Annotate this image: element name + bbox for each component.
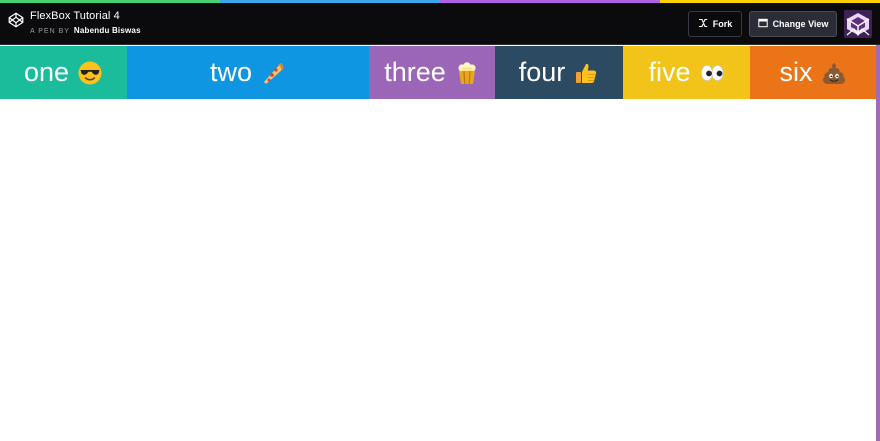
fork-button[interactable]: Fork bbox=[688, 11, 742, 37]
flex-item-label: six bbox=[779, 57, 813, 87]
flex-item-label: three bbox=[384, 57, 446, 87]
pen-title-block: FlexBox Tutorial 4 A PEN BY Nabendu Bisw… bbox=[30, 9, 141, 36]
flex-item-five: five bbox=[623, 46, 750, 99]
pen-title[interactable]: FlexBox Tutorial 4 bbox=[30, 9, 141, 23]
flex-item-one: one bbox=[0, 46, 127, 99]
flex-item-three: three bbox=[369, 46, 495, 99]
pizza-icon bbox=[260, 60, 286, 86]
flex-item-label: two bbox=[209, 57, 253, 87]
poop-icon bbox=[821, 60, 847, 86]
user-avatar[interactable] bbox=[844, 10, 872, 38]
codepen-logo-icon[interactable] bbox=[8, 12, 24, 28]
fork-icon bbox=[698, 18, 708, 30]
thumbs-up-icon bbox=[573, 60, 599, 86]
flex-item-four: four bbox=[495, 46, 623, 99]
flex-item-two: two bbox=[127, 46, 369, 99]
codepen-header: FlexBox Tutorial 4 A PEN BY Nabendu Bisw… bbox=[0, 3, 880, 45]
change-view-button[interactable]: Change View bbox=[749, 11, 837, 37]
eyes-icon bbox=[699, 60, 725, 86]
pen-byline: A PEN BY Nabendu Biswas bbox=[30, 26, 141, 36]
pen-author-link[interactable]: Nabendu Biswas bbox=[74, 26, 141, 35]
pen-by-prefix: A PEN BY bbox=[30, 28, 70, 35]
fork-label: Fork bbox=[712, 19, 733, 29]
preview-right-border bbox=[876, 45, 880, 441]
flex-item-label: four bbox=[518, 57, 566, 87]
sunglasses-face-icon bbox=[77, 60, 103, 86]
popcorn-icon bbox=[454, 60, 480, 86]
layout-icon bbox=[757, 18, 768, 30]
flex-item-label: five bbox=[648, 57, 691, 87]
flex-item-label: one bbox=[23, 57, 70, 87]
flex-item-six: six bbox=[750, 46, 876, 99]
flex-container: one two three four five six bbox=[0, 46, 876, 99]
change-view-label: Change View bbox=[772, 19, 829, 29]
